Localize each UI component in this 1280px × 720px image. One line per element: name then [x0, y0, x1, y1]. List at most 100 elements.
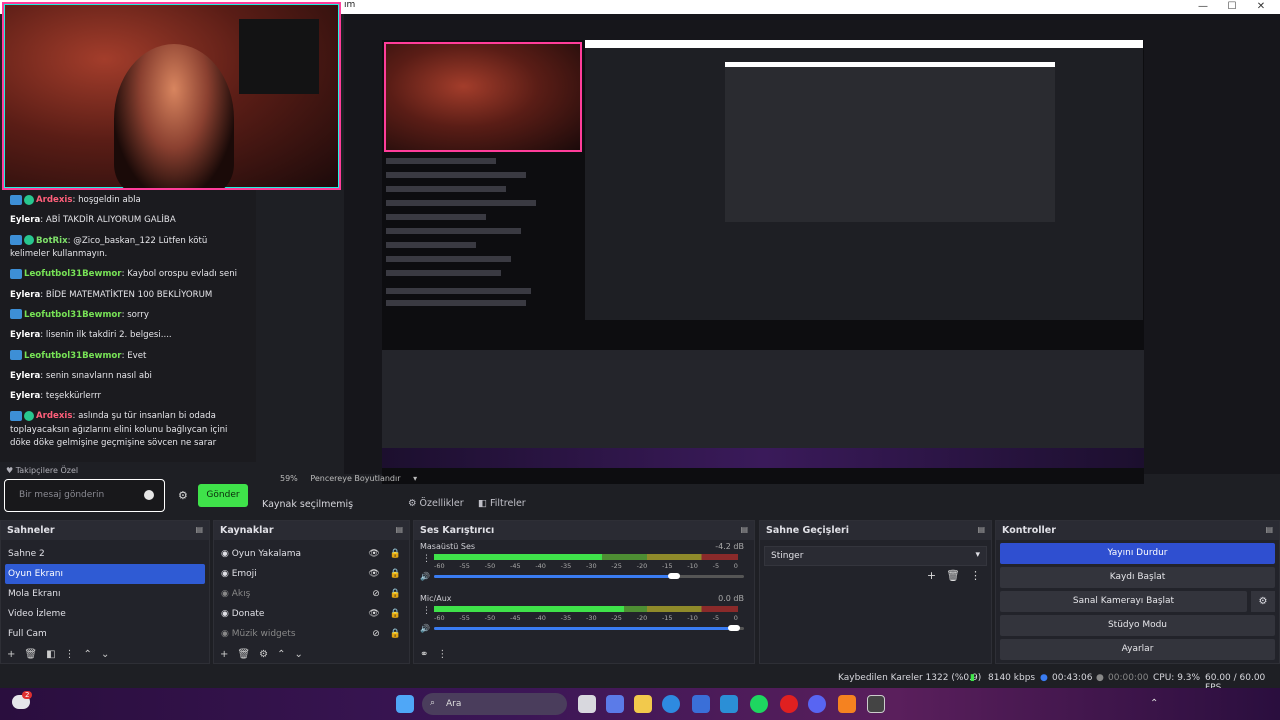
more-icon[interactable]: ⋮	[970, 569, 981, 582]
tray-chevron-icon[interactable]: ⌃	[1150, 698, 1158, 709]
eye-off-icon[interactable]: ⊘	[372, 589, 380, 599]
scene-item[interactable]: Oyun Ekranı	[5, 564, 205, 584]
arrow-up-icon[interactable]: ⌃	[84, 649, 92, 660]
scene-item[interactable]: Mola Ekranı	[1, 584, 209, 604]
edge-icon[interactable]	[662, 695, 680, 713]
source-item[interactable]: ◉ Donate 👁 🔒	[214, 604, 409, 624]
zoom-level[interactable]: 59%	[280, 474, 298, 483]
scene-item[interactable]: Sahne 2	[1, 544, 209, 564]
maximize-button[interactable]: ☐	[1219, 0, 1245, 14]
filter-icon[interactable]: ◧	[46, 649, 55, 660]
store-icon[interactable]	[692, 695, 710, 713]
eye-off-icon[interactable]: ⊘	[372, 629, 380, 639]
dock-menu-icon[interactable]: ▤	[195, 525, 203, 534]
background-shelf	[239, 19, 319, 94]
mail-icon[interactable]	[720, 695, 738, 713]
lock-icon[interactable]: 🔒	[390, 589, 401, 599]
meter-tick: -30	[585, 614, 597, 622]
chat-username[interactable]: Leofutbol31Bewmor	[24, 269, 122, 279]
virtual-camera-settings-gear-icon[interactable]: ⚙	[1251, 591, 1275, 612]
chat-input[interactable]: Bir mesaj gönderin	[4, 479, 165, 512]
chat-username[interactable]: Eylera	[10, 290, 40, 300]
preview-webcam	[384, 42, 582, 152]
source-item[interactable]: ◉ Akış ⊘ 🔒	[214, 584, 409, 604]
trash-icon[interactable]: 🗑	[946, 569, 960, 582]
trash-icon[interactable]: 🗑	[237, 649, 250, 660]
transition-select[interactable]: Stinger ▾	[764, 546, 987, 566]
arrow-up-icon[interactable]: ⌃	[277, 649, 285, 660]
source-item[interactable]: ◉ Müzik widgets ⊘ 🔒	[214, 624, 409, 644]
opera-icon[interactable]	[780, 695, 798, 713]
settings-button[interactable]: Ayarlar	[1000, 639, 1275, 660]
lock-icon[interactable]: 🔒	[390, 549, 401, 559]
app-icon[interactable]	[606, 695, 624, 713]
arrow-down-icon[interactable]: ⌄	[294, 649, 302, 660]
eye-icon[interactable]: 👁	[368, 549, 379, 559]
discord-icon[interactable]	[808, 695, 826, 713]
dock-menu-icon[interactable]: ▤	[977, 525, 985, 534]
audio-mixer-dock: Ses Karıştırıcı ▤ Masaüstü Ses -4.2 dB ⋮ -60…	[413, 520, 755, 664]
properties-button[interactable]: ⚙ Özellikler	[402, 496, 470, 512]
spotify-icon[interactable]	[750, 695, 768, 713]
chat-username[interactable]: Eylera	[10, 371, 40, 381]
task-view-icon[interactable]	[578, 695, 596, 713]
chat-username[interactable]: Eylera	[10, 330, 40, 340]
emoji-icon[interactable]	[144, 490, 154, 500]
add-icon[interactable]: +	[927, 569, 936, 582]
source-item[interactable]: ◉ Oyun Yakalama 👁 🔒	[214, 544, 409, 564]
volume-slider-knob[interactable]	[728, 625, 740, 631]
eye-icon[interactable]: 👁	[368, 569, 379, 579]
start-virtual-camera-button[interactable]: Sanal Kamerayı Başlat	[1000, 591, 1247, 612]
chat-username[interactable]: Eylera	[10, 391, 40, 401]
close-button[interactable]: ✕	[1248, 0, 1274, 14]
minimize-button[interactable]: —	[1190, 0, 1216, 14]
chat-username[interactable]: Leofutbol31Bewmor	[24, 310, 122, 320]
chat-username[interactable]: Leofutbol31Bewmor	[24, 351, 122, 361]
taskbar-search[interactable]: ⌕ Ara	[422, 693, 567, 715]
dock-menu-icon[interactable]: ▤	[395, 525, 403, 534]
speaker-icon[interactable]: 🔊	[420, 572, 430, 581]
chat-username[interactable]: Ardexis	[36, 195, 72, 205]
dock-menu-icon[interactable]: ▤	[740, 525, 748, 534]
volume-meter-level	[434, 554, 602, 560]
chat-settings-gear-icon[interactable]: ⚙	[178, 489, 188, 502]
add-icon[interactable]: +	[220, 649, 228, 660]
more-icon[interactable]: ⋮	[65, 649, 75, 660]
meter-tick: -25	[611, 562, 622, 570]
resize-to-window[interactable]: Pencereye Boyutlandır	[310, 474, 400, 483]
file-explorer-icon[interactable]	[634, 695, 652, 713]
scene-item[interactable]: Full Cam	[1, 624, 209, 644]
eye-icon[interactable]: 👁	[368, 609, 379, 619]
more-icon[interactable]: ⋮	[437, 649, 447, 660]
gear-icon[interactable]: ⚙	[259, 649, 268, 660]
meter-tick: -45	[509, 562, 521, 570]
volume-slider-knob[interactable]	[668, 573, 680, 579]
dock-menu-icon[interactable]: ▤	[1265, 525, 1273, 534]
stop-stream-button[interactable]: Yayını Durdur	[1000, 543, 1275, 564]
channel-menu-icon[interactable]: ⋮	[422, 606, 431, 616]
studio-mode-button[interactable]: Stüdyo Modu	[1000, 615, 1275, 636]
source-item[interactable]: ◉ Emoji 👁 🔒	[214, 564, 409, 584]
notification-badge: 2	[22, 691, 33, 699]
channel-menu-icon[interactable]: ⋮	[422, 554, 431, 564]
chat-username[interactable]: Ardexis	[36, 411, 72, 421]
start-recording-button[interactable]: Kaydı Başlat	[1000, 567, 1275, 588]
speaker-icon[interactable]: 🔊	[420, 624, 430, 633]
link-icon[interactable]: ⚭	[420, 649, 428, 660]
windows-start-icon[interactable]	[396, 695, 414, 713]
obs-preview[interactable]	[344, 14, 1280, 484]
obs-icon[interactable]	[867, 695, 885, 713]
arrow-down-icon[interactable]: ⌄	[101, 649, 109, 660]
chat-username[interactable]: BotRix	[36, 236, 68, 246]
scene-item[interactable]: Video İzleme	[1, 604, 209, 624]
lock-icon[interactable]: 🔒	[390, 609, 401, 619]
app-icon-2[interactable]	[838, 695, 856, 713]
filters-button[interactable]: ◧ Filtreler	[472, 496, 532, 512]
lock-icon[interactable]: 🔒	[390, 629, 401, 639]
lock-icon[interactable]: 🔒	[390, 569, 401, 579]
trash-icon[interactable]: 🗑	[24, 649, 37, 660]
send-button[interactable]: Gönder	[198, 484, 248, 507]
add-icon[interactable]: +	[7, 649, 15, 660]
chevron-down-icon[interactable]: ▾	[413, 474, 417, 483]
chat-username[interactable]: Eylera	[10, 215, 40, 225]
